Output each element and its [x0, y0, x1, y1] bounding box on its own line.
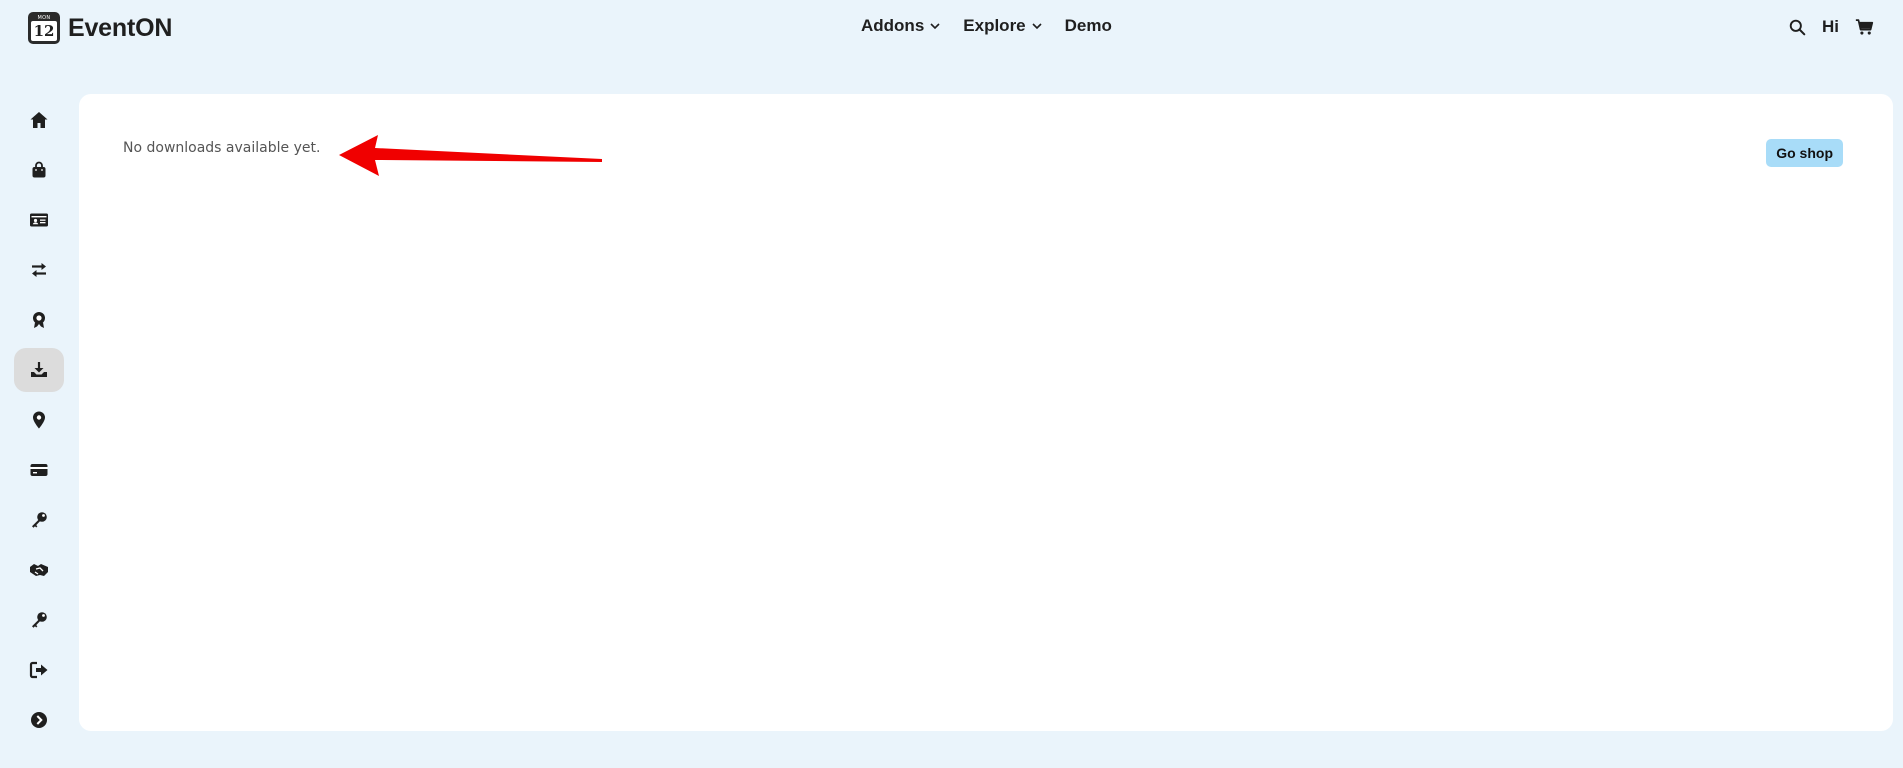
- sidebar-item-account-details[interactable]: [14, 198, 64, 242]
- sidebar-item-addresses[interactable]: [14, 398, 64, 442]
- calendar-logo-icon: MON 12: [28, 12, 60, 44]
- empty-downloads-message: No downloads available yet.: [123, 140, 321, 156]
- sidebar-item-payment-methods[interactable]: [14, 448, 64, 492]
- home-icon: [30, 112, 48, 128]
- sidebar-item-licenses[interactable]: [14, 298, 64, 342]
- handshake-icon: [30, 564, 48, 576]
- nav-explore[interactable]: Explore: [963, 16, 1042, 36]
- chevron-down-icon: [1032, 23, 1042, 30]
- id-card-icon: [30, 213, 48, 227]
- sidebar-item-subscriptions[interactable]: [14, 248, 64, 292]
- key-icon: [32, 612, 47, 628]
- sidebar-item-api-keys[interactable]: [14, 598, 64, 642]
- logo-text: EventON: [68, 13, 173, 42]
- account-sidebar: [14, 98, 64, 748]
- sidebar-item-collapse[interactable]: [14, 698, 64, 742]
- logout-icon: [29, 661, 48, 679]
- site-logo[interactable]: MON 12 EventON: [28, 12, 172, 44]
- header-actions: Hi: [1786, 16, 1875, 38]
- chevron-down-icon: [930, 23, 940, 30]
- sidebar-item-dashboard[interactable]: [14, 98, 64, 142]
- sidebar-item-downloads[interactable]: [14, 348, 64, 392]
- sidebar-item-license-keys[interactable]: [14, 498, 64, 542]
- cart-icon[interactable]: [1853, 16, 1875, 38]
- search-icon[interactable]: [1786, 16, 1808, 38]
- site-header: MON 12 EventON Addons Explore Demo Hi: [0, 0, 1903, 56]
- key-icon: [32, 512, 47, 528]
- nav-demo[interactable]: Demo: [1065, 16, 1112, 36]
- annotation-arrow: [339, 135, 602, 176]
- sidebar-item-logout[interactable]: [14, 648, 64, 692]
- go-shop-button[interactable]: Go shop: [1766, 139, 1843, 167]
- main-nav: Addons Explore Demo: [861, 16, 1112, 36]
- downloads-panel: No downloads available yet. Go shop: [79, 94, 1893, 731]
- nav-addons[interactable]: Addons: [861, 16, 941, 36]
- credit-card-icon: [30, 464, 48, 476]
- user-greeting[interactable]: Hi: [1822, 17, 1839, 37]
- sidebar-item-orders[interactable]: [14, 148, 64, 192]
- sidebar-item-affiliate[interactable]: [14, 548, 64, 592]
- shopping-bag-icon: [32, 161, 46, 178]
- exchange-arrows-icon: [32, 263, 46, 277]
- chevron-circle-right-icon: [31, 712, 47, 728]
- download-icon: [31, 362, 47, 377]
- location-pin-icon: [33, 411, 45, 429]
- award-icon: [33, 312, 45, 328]
